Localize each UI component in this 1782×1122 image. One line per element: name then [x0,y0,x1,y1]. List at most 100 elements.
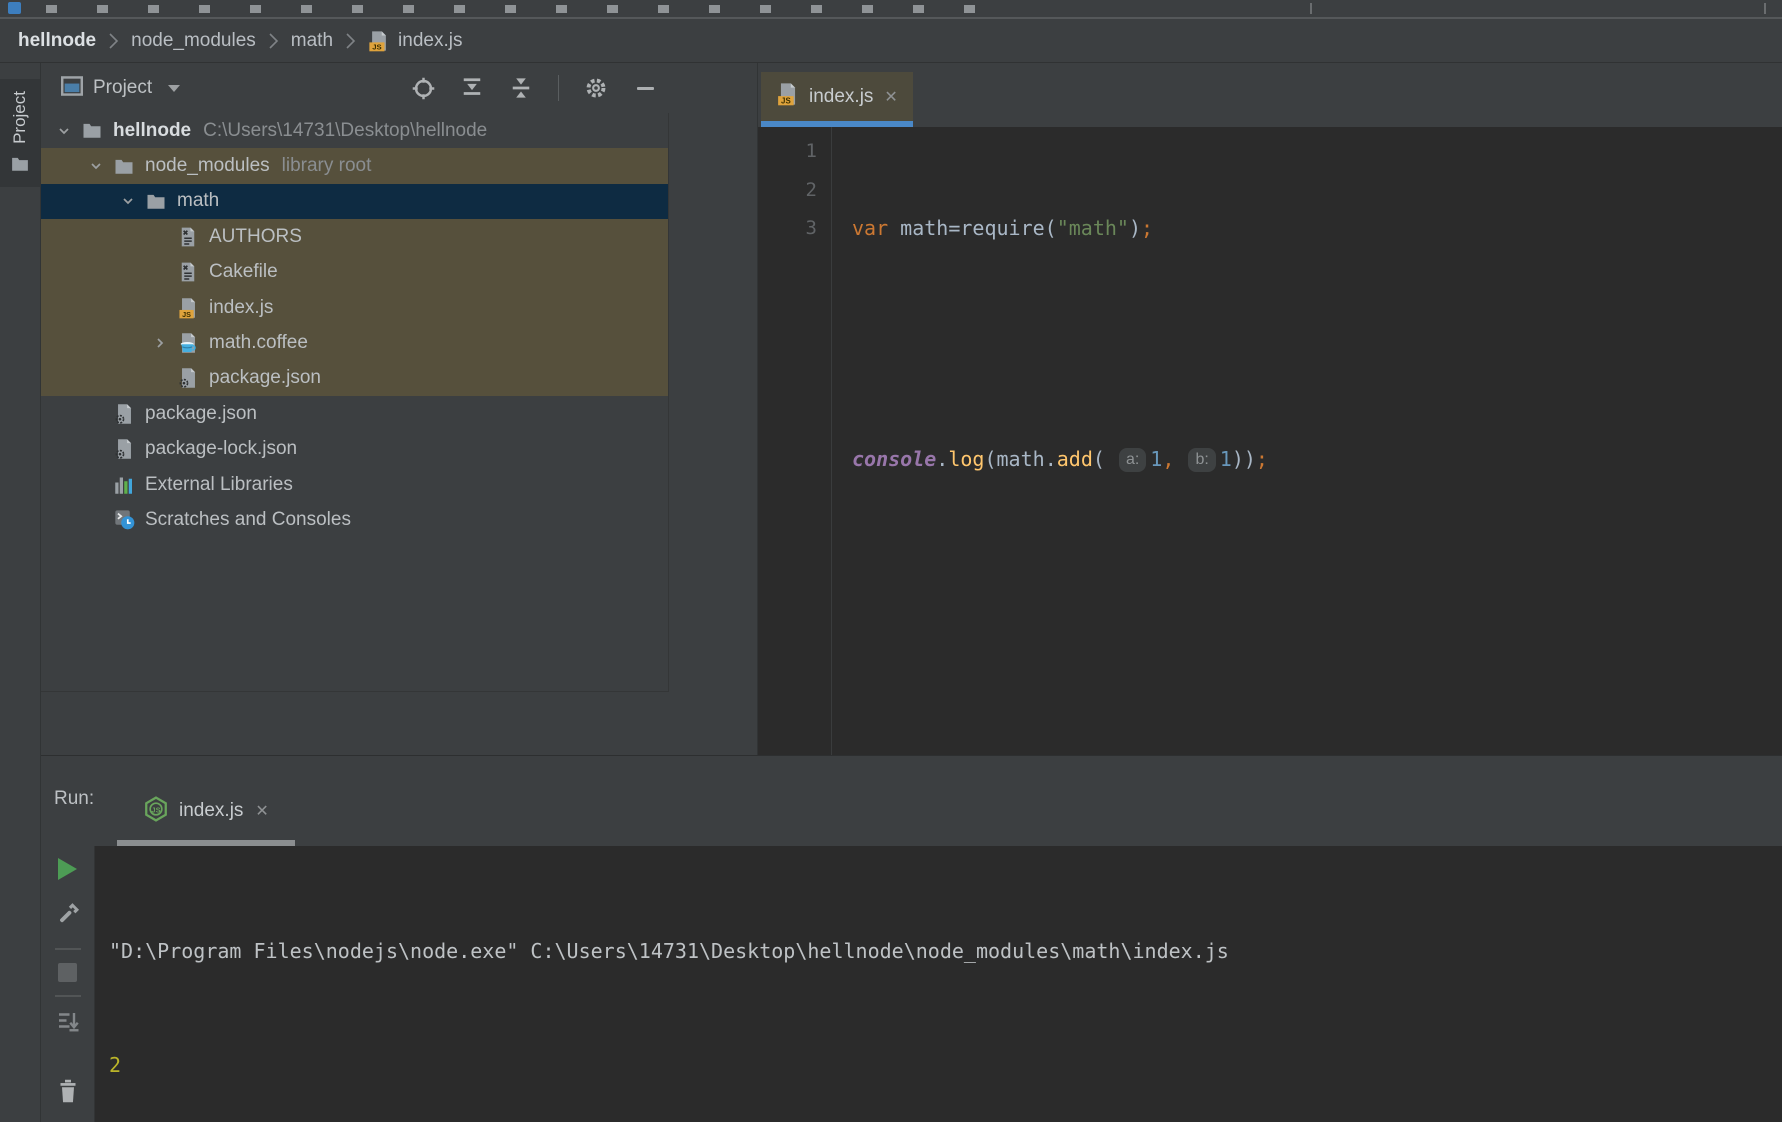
locate-file-button[interactable] [411,76,435,100]
chevron-right-icon [108,31,119,51]
stop-button[interactable] [58,963,77,982]
breadcrumb-item-node-modules[interactable]: node_modules [131,30,256,52]
project-stripe-button[interactable]: Project [0,79,40,187]
tree-item-label: hellnode [113,119,192,141]
coffeescript-file-icon [175,332,201,354]
line-number: 2 [805,178,817,201]
close-icon[interactable]: ✕ [255,801,268,821]
tree-item-label: package.json [145,402,257,424]
nodejs-icon: JS [143,795,169,827]
code-line-1: var math=require("math"); [852,216,1154,240]
expand-all-button[interactable] [460,76,484,100]
toolbar-separator [54,948,81,950]
tree-item-package-json[interactable]: package.json [41,396,668,431]
tree-item-label: math [177,190,220,212]
tree-item-package-json-math[interactable]: package.json [41,360,668,397]
tree-item-external-libraries[interactable]: External Libraries [41,467,668,502]
console-command-line: "D:\Program Files\nodejs\node.exe" C:\Us… [109,939,1229,963]
svg-text:JS: JS [151,805,160,814]
project-panel-header: Project [41,63,757,113]
tree-item-label: AUTHORS [209,225,302,247]
folder-icon [111,158,137,175]
settings-gear-button[interactable] [584,76,608,100]
tree-item-label: math.coffee [209,332,308,354]
tree-item-label: node_modules [145,155,270,177]
tree-item-indexjs[interactable]: JS index.js [41,289,668,326]
chevron-down-icon[interactable] [49,124,79,138]
js-file-icon: JS [776,82,800,111]
breadcrumb-item-math[interactable]: math [291,30,333,52]
chevron-down-icon [168,84,181,92]
trash-gc-button[interactable] [56,1078,80,1109]
js-file-icon: JS [175,297,201,319]
tree-item-hint: library root [281,155,372,177]
ide-window: hellnode node_modules math JS index.js P… [0,0,1782,1122]
toolbar-separator [558,75,559,101]
chevron-right-icon[interactable] [145,336,175,350]
breadcrumb-item-indexjs[interactable]: index.js [398,30,462,52]
tree-item-package-lock-json[interactable]: package-lock.json [41,432,668,467]
project-view-selector[interactable]: Project [61,75,181,101]
tree-item-label: package.json [209,367,321,389]
breadcrumb-item-hellnode[interactable]: hellnode [18,30,96,52]
tree-item-label: index.js [209,296,274,318]
code-content[interactable]: var math=require("math"); console.log(ma… [832,127,1268,755]
tree-item-scratches[interactable]: Scratches and Consoles [41,502,668,537]
chevron-right-icon [268,31,279,51]
toolbar-separator [1764,3,1766,14]
run-panel-header: Run: JS index.js ✕ [41,756,1782,846]
json-file-icon [111,438,137,460]
run-toolbar [41,846,95,1122]
project-tree: hellnode C:\Users\14731\Desktop\hellnode… [41,113,669,692]
tree-item-math-coffee[interactable]: math.coffee [41,325,668,361]
editor-gutter: 1 2 3 [758,127,832,755]
collapse-all-button[interactable] [509,76,533,100]
code-editor[interactable]: 1 2 3 var math=require("math"); console.… [758,127,1782,755]
project-panel-title: Project [93,77,153,98]
tree-item-node-modules[interactable]: node_modules library root [41,148,668,184]
run-console[interactable]: "D:\Program Files\nodejs\node.exe" C:\Us… [95,846,1782,1122]
rerun-button[interactable] [58,858,77,880]
toolbar-separator [54,995,81,997]
tree-item-authors[interactable]: AUTHORS [41,219,668,255]
run-tab-indexjs[interactable]: JS index.js ✕ [117,782,295,846]
console-output-line: 2 [109,1053,122,1077]
chevron-down-icon[interactable] [113,194,143,208]
project-stripe-label: Project [10,91,29,144]
tree-item-math[interactable]: math [41,183,668,220]
hide-panel-button[interactable] [633,76,657,100]
project-view-icon [61,75,83,101]
tree-item-label: Cakefile [209,261,278,283]
scroll-to-end-button[interactable] [56,1010,80,1039]
main-toolbar-clipped [0,0,1782,19]
run-settings-wrench-button[interactable] [56,902,80,931]
run-tab-label: index.js [179,800,244,821]
tab-indexjs[interactable]: JS index.js ✕ [761,72,913,127]
toolbar-separator [1310,3,1312,14]
folder-icon [79,122,105,139]
unknown-file-icon [175,226,201,248]
tree-item-label: External Libraries [145,473,293,495]
libraries-icon [111,475,137,495]
code-line-3: console.log(math.add( a: 1, b: 1)); [852,447,1268,472]
tree-item-label: package-lock.json [145,438,298,460]
tree-item-hellnode[interactable]: hellnode C:\Users\14731\Desktop\hellnode [41,113,668,148]
chevron-down-icon[interactable] [81,159,111,173]
close-icon[interactable]: ✕ [884,87,897,107]
scratches-icon [111,509,137,530]
line-number: 1 [805,140,817,162]
line-number: 3 [805,217,817,239]
tab-label: index.js [809,85,874,107]
js-file-icon: JS [368,30,390,52]
run-panel-title: Run: [54,788,95,809]
project-tool-window: Project hellnode C:\Users\14731\Desktop\… [41,63,757,755]
tree-item-cakefile[interactable]: Cakefile [41,254,668,290]
editor-tab-bar: JS index.js ✕ [758,63,1782,127]
json-file-icon [175,367,201,389]
editor-area: JS index.js ✕ 1 2 3 var math=require("ma… [757,63,1782,755]
tree-item-path: C:\Users\14731\Desktop\hellnode [203,119,488,141]
run-tool-window: Run: JS index.js ✕ "D:\Program Files\nod… [0,755,1782,1122]
toolbar-icon-clipped [8,2,21,14]
tree-item-label: Scratches and Consoles [145,508,351,530]
